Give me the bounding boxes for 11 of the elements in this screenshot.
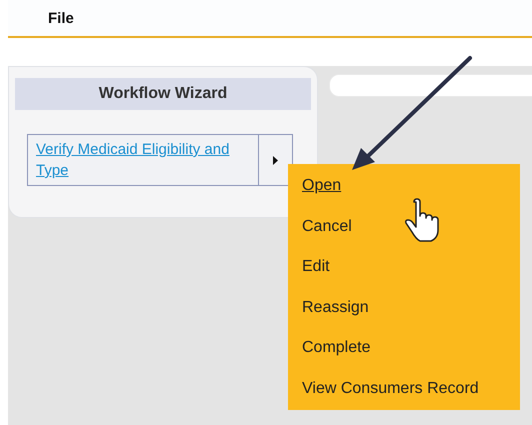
search-bar[interactable]	[329, 74, 532, 97]
menu-item[interactable]: Cancel	[302, 218, 352, 236]
hand-cursor-icon	[405, 198, 439, 242]
menu-item[interactable]: View Consumers Record	[302, 380, 479, 398]
caret-icon	[273, 156, 278, 164]
menu-item[interactable]: Open	[302, 177, 342, 196]
menu-item[interactable]: Complete	[302, 339, 370, 358]
menu-item[interactable]: Reassign	[302, 298, 369, 317]
menu-item[interactable]: File	[48, 10, 74, 26]
menu-item[interactable]: Edit	[302, 258, 330, 276]
panel-title: Workflow Wizard	[15, 78, 311, 110]
